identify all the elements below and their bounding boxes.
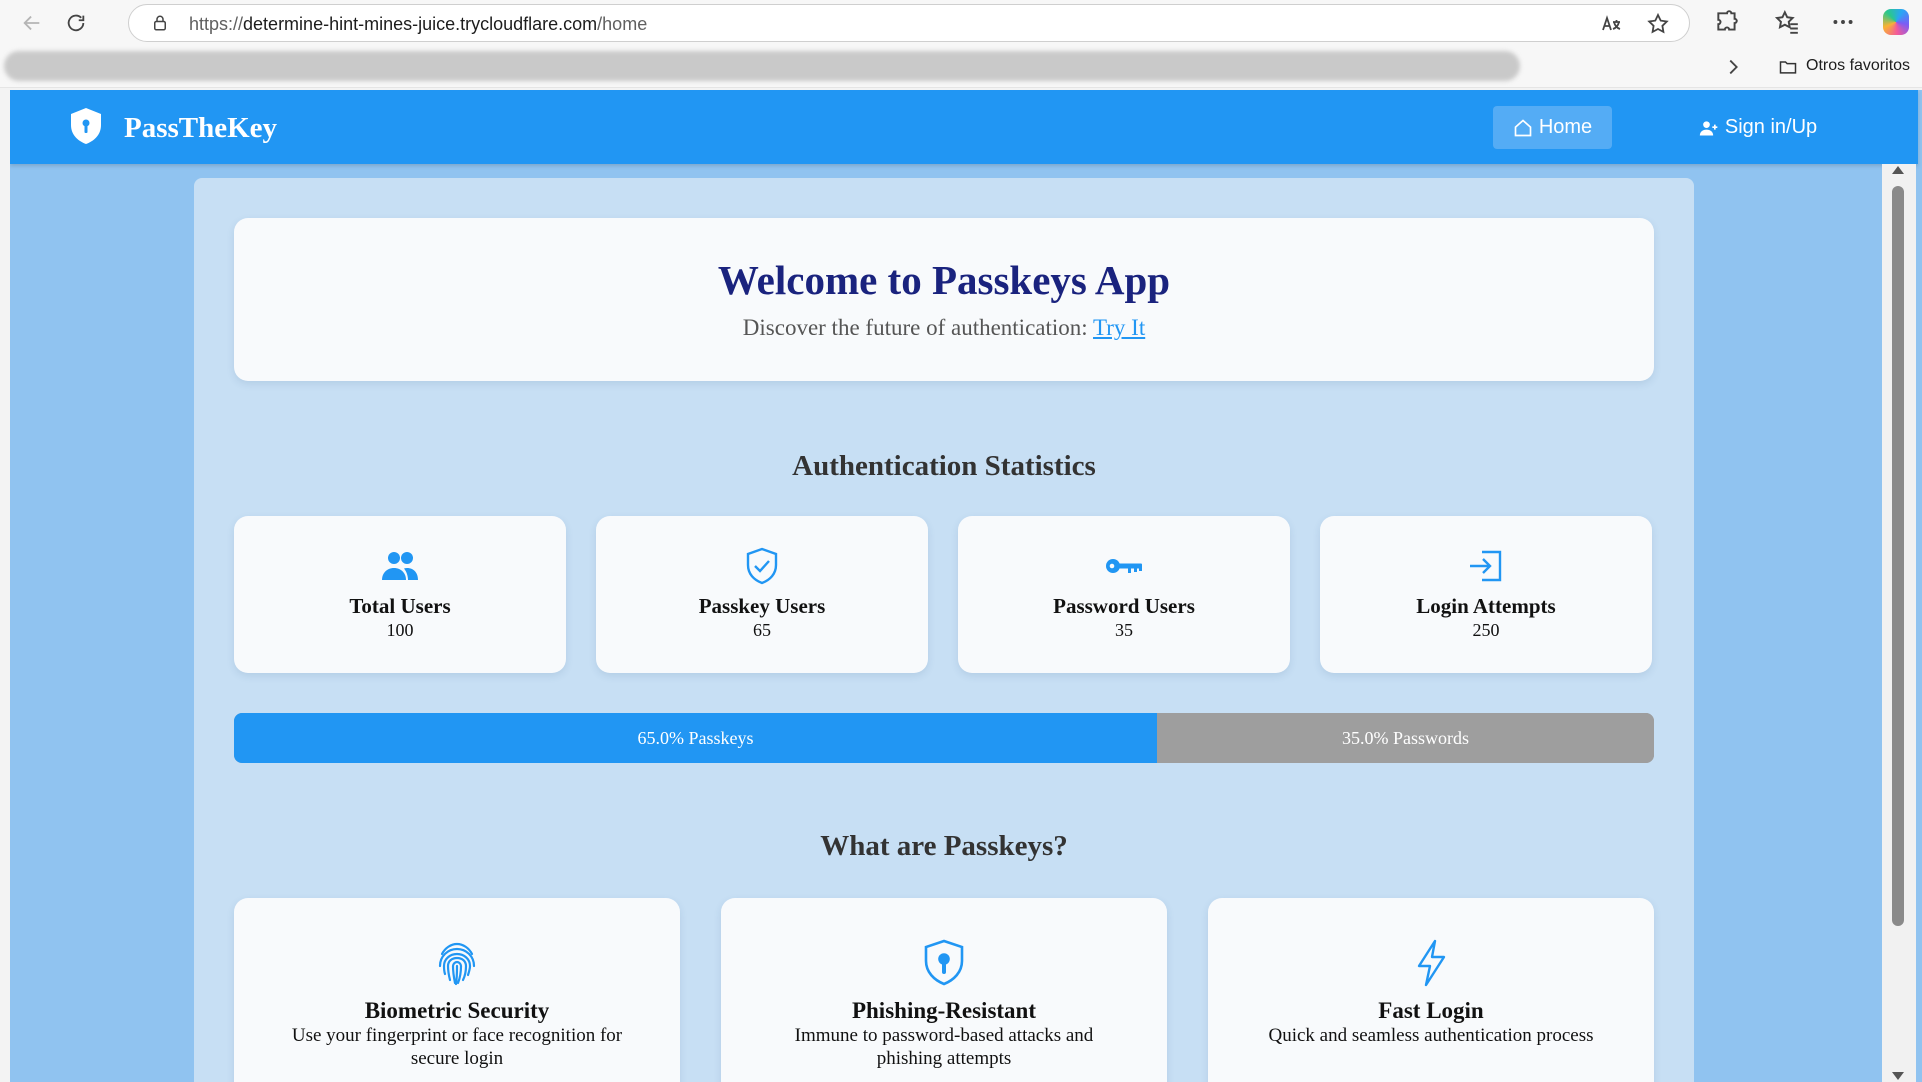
users-icon <box>382 552 418 580</box>
arrow-left-icon <box>23 15 40 31</box>
stat-card-password-users: Password Users 35 <box>958 516 1290 673</box>
shield-check-icon <box>746 547 778 585</box>
feature-title: Phishing-Resistant <box>851 998 1037 1023</box>
stat-value: 250 <box>1472 620 1500 640</box>
redacted-bookmarks <box>4 51 1520 81</box>
stat-card-passkey-users: Passkey Users 65 <box>596 516 928 673</box>
key-icon <box>1106 559 1142 573</box>
nav-home-label: Home <box>1538 116 1593 138</box>
favorites-icon[interactable] <box>1774 9 1800 35</box>
feature-title: Biometric Security <box>364 998 550 1023</box>
feature-card-fast-login: Fast Login Quick and seamless authentica… <box>1208 898 1654 1082</box>
other-favorites-link[interactable]: Otros favoritos <box>1806 57 1910 75</box>
scroll-thumb[interactable] <box>1892 186 1904 926</box>
more-icon[interactable] <box>1830 9 1856 35</box>
refresh-icon <box>67 14 85 32</box>
folder-icon <box>1779 61 1797 74</box>
lightning-icon <box>1417 939 1446 987</box>
nav-signin-label: Sign in/Up <box>1724 116 1818 138</box>
scroll-down-arrow[interactable] <box>1892 1072 1904 1080</box>
shield-logo-icon <box>71 108 101 144</box>
stat-card-total-users: Total Users 100 <box>234 516 566 673</box>
feature-card-biometric: Biometric Security Use your fingerprint … <box>234 898 680 1082</box>
feature-card-phishing: Phishing-Resistant Immune to password-ba… <box>721 898 1167 1082</box>
feature-title: Fast Login <box>1378 998 1484 1023</box>
url-text: https://determine-hint-mines-juice.trycl… <box>189 14 648 34</box>
refresh-button[interactable] <box>60 7 92 39</box>
fingerprint-icon <box>438 942 476 986</box>
home-icon <box>1514 118 1532 136</box>
stat-label: Login Attempts <box>1416 594 1556 618</box>
user-plus-icon <box>1699 120 1718 135</box>
brand-name[interactable]: PassTheKey <box>124 112 277 145</box>
extensions-icon[interactable] <box>1714 9 1740 35</box>
star-icon[interactable] <box>1646 12 1670 36</box>
stat-value: 100 <box>386 620 414 640</box>
back-button[interactable] <box>16 7 48 39</box>
feature-desc: Immune to password-based attacks and phi… <box>794 1025 1094 1069</box>
favorites-bar: Otros favoritos <box>0 45 1922 88</box>
stat-label: Password Users <box>1053 594 1195 618</box>
feature-desc: Use your fingerprint or face recognition… <box>291 1025 623 1069</box>
stat-label: Total Users <box>349 594 451 618</box>
main-content: Welcome to Passkeys App Discover the fut… <box>194 178 1694 1082</box>
chevron-right-icon[interactable] <box>1722 56 1744 78</box>
stat-value: 65 <box>753 620 771 640</box>
app-header: PassTheKey Home Sign in/Up <box>10 90 1918 164</box>
stat-card-login-attempts: Login Attempts 250 <box>1320 516 1652 673</box>
copilot-icon[interactable] <box>1883 9 1909 35</box>
welcome-subtitle: Discover the future of authentication: T… <box>742 315 1146 340</box>
nav-home-button[interactable]: Home <box>1493 106 1612 149</box>
passwords-segment: 35.0% Passwords <box>1157 713 1654 763</box>
page-viewport: PassTheKey Home Sign in/Up Welcome to Pa… <box>10 90 1922 1082</box>
stat-label: Passkey Users <box>698 594 826 618</box>
read-aloud-icon[interactable] <box>1599 12 1623 36</box>
shield-lock-icon <box>924 939 964 986</box>
features-title: What are Passkeys? <box>820 830 1068 862</box>
login-icon <box>1470 550 1502 582</box>
browser-toolbar: https://determine-hint-mines-juice.trycl… <box>0 0 1922 45</box>
stat-value: 35 <box>1115 620 1133 640</box>
lock-icon <box>154 15 166 31</box>
passkeys-segment: 65.0% Passkeys <box>234 713 1157 763</box>
auth-ratio-bar: 65.0% Passkeys 35.0% Passwords <box>234 713 1654 763</box>
welcome-card: Welcome to Passkeys App Discover the fut… <box>234 218 1654 381</box>
feature-desc: Quick and seamless authentication proces… <box>1268 1025 1594 1046</box>
try-it-link[interactable]: Try It <box>1093 315 1145 340</box>
nav-signin-button[interactable]: Sign in/Up <box>1693 106 1823 149</box>
scroll-up-arrow[interactable] <box>1892 166 1904 174</box>
address-bar[interactable]: https://determine-hint-mines-juice.trycl… <box>128 4 1690 42</box>
page-scrollbar[interactable] <box>1882 164 1916 1082</box>
welcome-title: Welcome to Passkeys App <box>717 257 1171 303</box>
stats-title: Authentication Statistics <box>792 450 1096 482</box>
